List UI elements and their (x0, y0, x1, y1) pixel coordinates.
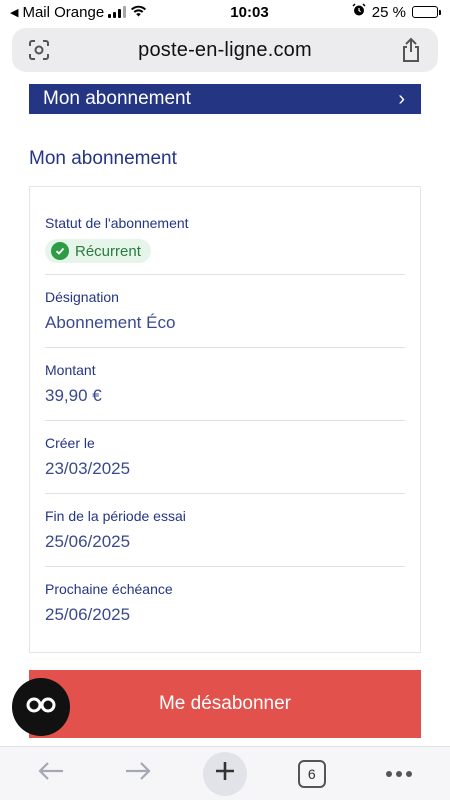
field-value: 25/06/2025 (45, 605, 131, 624)
field-label: Créer le (45, 435, 95, 451)
url-bar[interactable]: poste-en-ligne.com (12, 28, 438, 72)
next-due-date-field: Prochaine échéance 25/06/2025 (45, 567, 405, 640)
screen-capture-icon[interactable] (26, 37, 52, 63)
subscription-details-card: Statut de l'abonnement Récurrent Désigna… (29, 186, 421, 653)
nav-banner-label: Mon abonnement (43, 88, 191, 109)
floating-action-button[interactable] (12, 678, 70, 736)
more-button[interactable] (377, 752, 421, 796)
field-label: Prochaine échéance (45, 581, 173, 597)
field-value: 25/06/2025 (45, 532, 131, 551)
field-value: 23/03/2025 (45, 459, 131, 478)
status-right: 25 % (352, 3, 441, 21)
status-badge: Récurrent (45, 239, 151, 263)
wifi-icon (130, 4, 147, 21)
status-bar: ◀ Mail Orange 10:03 25 % (0, 0, 450, 24)
status-left: ◀ Mail Orange (10, 4, 147, 21)
chevron-right-icon: › (398, 87, 405, 110)
field-value: 39,90 € (45, 386, 102, 405)
tabs-icon: 6 (297, 759, 326, 788)
new-tab-button[interactable] (202, 751, 247, 796)
field-label: Désignation (45, 289, 119, 305)
page-content: Mon abonnement › Mon abonnement Statut d… (0, 84, 450, 746)
more-icon (385, 765, 413, 783)
check-circle-icon (51, 242, 69, 260)
status-label: Statut de l'abonnement (45, 215, 189, 231)
clock: 10:03 (230, 3, 269, 21)
subscription-nav-banner[interactable]: Mon abonnement › (29, 84, 421, 114)
field-value: Abonnement Éco (45, 313, 176, 332)
carrier-name: Mail Orange (22, 3, 105, 21)
unsubscribe-button[interactable]: Me désabonner (29, 670, 421, 738)
field-label: Fin de la période essai (45, 508, 186, 524)
share-icon[interactable] (398, 37, 424, 63)
infinity-icon (26, 697, 56, 718)
section-title: Mon abonnement (29, 148, 177, 169)
battery-percentage: 25 % (371, 3, 406, 21)
designation-field: Désignation Abonnement Éco (45, 275, 405, 348)
status-value: Récurrent (75, 242, 141, 260)
url-text[interactable]: poste-en-ligne.com (138, 39, 312, 62)
back-to-app-link[interactable]: ◀ (10, 6, 18, 19)
battery-icon (412, 6, 441, 18)
back-button[interactable] (29, 752, 73, 796)
browser-toolbar: 6 (0, 746, 450, 800)
field-label: Montant (45, 362, 96, 378)
arrow-left-icon (37, 761, 65, 786)
trial-end-field: Fin de la période essai 25/06/2025 (45, 494, 405, 567)
created-date-field: Créer le 23/03/2025 (45, 421, 405, 494)
forward-button[interactable] (116, 752, 160, 796)
tabs-button[interactable]: 6 (290, 752, 334, 796)
signal-icon (108, 6, 127, 18)
arrow-right-icon (124, 761, 152, 786)
status-field: Statut de l'abonnement Récurrent (45, 187, 405, 275)
amount-field: Montant 39,90 € (45, 348, 405, 421)
alarm-icon (352, 3, 366, 21)
plus-icon (214, 760, 236, 787)
